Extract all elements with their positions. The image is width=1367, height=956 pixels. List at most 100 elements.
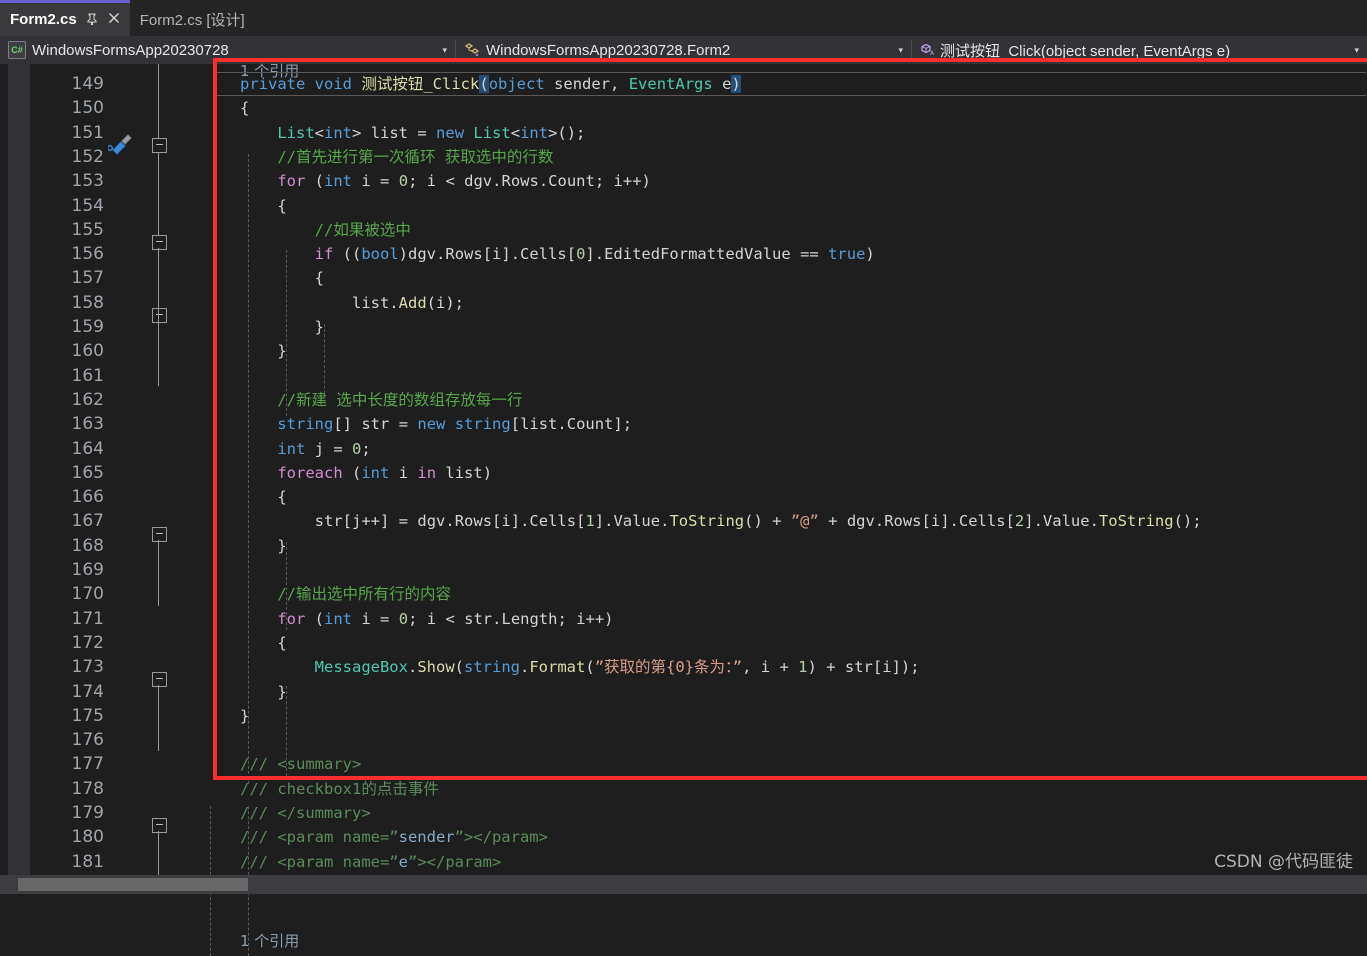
outlining-collapse-156[interactable]: −: [152, 308, 167, 323]
indent-guide: [286, 686, 287, 776]
chevron-down-icon[interactable]: ▾: [898, 45, 903, 56]
code-line[interactable]: 170 //输出选中所有行的内容: [0, 582, 1367, 606]
line-text[interactable]: for (int i = 0; i < str.Length; i++): [240, 607, 613, 631]
code-line[interactable]: 180 /// <param name=”sender”></param>: [0, 825, 1367, 849]
code-line[interactable]: 181 /// <param name=”e”></param>: [0, 850, 1367, 874]
line-text[interactable]: //如果被选中: [240, 218, 411, 242]
class-icon: [464, 42, 482, 58]
horizontal-scrollbar-thumb[interactable]: [18, 878, 248, 891]
line-text[interactable]: }: [240, 315, 324, 339]
line-text[interactable]: if ((bool)dgv.Rows[i].Cells[0].EditedFor…: [240, 242, 875, 266]
line-text[interactable]: MessageBox.Show(string.Format(”获取的第{0}条为…: [240, 655, 920, 679]
code-line[interactable]: 151 List<int> list = new List<int>();: [0, 121, 1367, 145]
pin-icon[interactable]: [86, 13, 98, 27]
line-text[interactable]: /// <param name=”sender”></param>: [240, 825, 548, 849]
line-text[interactable]: {: [240, 485, 286, 509]
line-text[interactable]: for (int i = 0; i < dgv.Rows.Count; i++): [240, 169, 651, 193]
line-text[interactable]: list.Add(i);: [240, 291, 464, 315]
line-text[interactable]: //输出选中所有行的内容: [240, 582, 451, 606]
code-line[interactable]: 161: [0, 364, 1367, 388]
line-text[interactable]: str[j++] = dgv.Rows[i].Cells[1].Value.To…: [240, 509, 1202, 533]
line-number: 180: [71, 827, 104, 848]
line-text[interactable]: List<int> list = new List<int>();: [240, 121, 585, 145]
line-text[interactable]: //新建 选中长度的数组存放每一行: [240, 388, 522, 412]
line-text[interactable]: string[] str = new string[list.Count];: [240, 412, 632, 436]
code-line[interactable]: 150 {: [0, 96, 1367, 120]
outlining-collapse-153[interactable]: −: [152, 235, 167, 250]
line-text[interactable]: foreach (int i in list): [240, 461, 492, 485]
outlining-bar: [158, 64, 159, 138]
codelens-reference-count-bottom[interactable]: 1 个引用: [240, 930, 299, 951]
code-line[interactable]: 173 MessageBox.Show(string.Format(”获取的第{…: [0, 655, 1367, 679]
breadcrumb-type-label: WindowsFormsApp20230728.Form2: [486, 41, 731, 59]
code-editor[interactable]: 1 个引用 149 private void 测试按钮_Click(object …: [0, 62, 1367, 956]
code-line[interactable]: 153 for (int i = 0; i < dgv.Rows.Count; …: [0, 169, 1367, 193]
code-line[interactable]: 179 /// </summary>: [0, 801, 1367, 825]
code-line[interactable]: 152 //首先进行第一次循环 获取选中的行数: [0, 145, 1367, 169]
line-number: 173: [71, 657, 104, 678]
outlining-collapse-171[interactable]: −: [152, 672, 167, 687]
line-text[interactable]: //首先进行第一次循环 获取选中的行数: [240, 145, 553, 169]
code-line[interactable]: 177 /// <summary>: [0, 752, 1367, 776]
line-text[interactable]: private void 测试按钮_Click(object sender, E…: [240, 72, 741, 96]
code-line[interactable]: 164 int j = 0;: [0, 437, 1367, 461]
chevron-down-icon[interactable]: ▾: [442, 45, 447, 56]
code-line[interactable]: 171 for (int i = 0; i < str.Length; i++): [0, 607, 1367, 631]
outlining-collapse-177[interactable]: −: [152, 818, 167, 833]
breadcrumb-member-dropdown[interactable]: A 测试按钮_Click(object sender, EventArgs e)…: [912, 36, 1367, 64]
horizontal-scrollbar[interactable]: [0, 875, 1367, 894]
code-line[interactable]: 178 /// checkbox1的点击事件: [0, 777, 1367, 801]
tab-form2-cs-designer[interactable]: Form2.cs [设计]: [129, 0, 255, 36]
code-line[interactable]: 174 }: [0, 680, 1367, 704]
tab-form2-cs[interactable]: Form2.cs: [0, 0, 130, 36]
line-text[interactable]: /// <summary>: [240, 752, 361, 776]
line-text[interactable]: }: [240, 680, 286, 704]
code-line[interactable]: 168 }: [0, 534, 1367, 558]
code-content[interactable]: 149 private void 测试按钮_Click(object sender…: [0, 64, 1367, 875]
chevron-down-icon[interactable]: ▾: [1354, 45, 1359, 56]
line-number: 157: [71, 268, 104, 289]
line-text[interactable]: /// checkbox1的点击事件: [240, 777, 439, 801]
code-line[interactable]: 162 //新建 选中长度的数组存放每一行: [0, 388, 1367, 412]
close-icon[interactable]: [108, 12, 120, 27]
code-line[interactable]: 163 string[] str = new string[list.Count…: [0, 412, 1367, 436]
code-line[interactable]: 159 }: [0, 315, 1367, 339]
code-line[interactable]: 175}: [0, 704, 1367, 728]
line-text[interactable]: /// <param name=”e”></param>: [240, 850, 501, 874]
line-text[interactable]: {: [240, 266, 324, 290]
outlining-bar: [158, 248, 159, 323]
code-line[interactable]: 169: [0, 558, 1367, 582]
code-line[interactable]: 157 {: [0, 266, 1367, 290]
code-line[interactable]: 172 {: [0, 631, 1367, 655]
breadcrumb-project-dropdown[interactable]: C# WindowsFormsApp20230728 ▾: [0, 36, 455, 64]
code-line[interactable]: 154 {: [0, 194, 1367, 218]
code-line[interactable]: 176: [0, 728, 1367, 752]
line-number: 153: [71, 171, 104, 192]
line-text[interactable]: /// </summary>: [240, 801, 371, 825]
breadcrumb-project-label: WindowsFormsApp20230728: [32, 41, 229, 59]
line-text[interactable]: {: [240, 631, 286, 655]
code-line[interactable]: 156 if ((bool)dgv.Rows[i].Cells[0].Edite…: [0, 242, 1367, 266]
line-number: 161: [71, 365, 104, 386]
outlining-collapse-149[interactable]: −: [152, 138, 167, 153]
indent-guide: [286, 542, 287, 630]
breadcrumb-type-dropdown[interactable]: WindowsFormsApp20230728.Form2 ▾: [456, 36, 911, 64]
code-line[interactable]: 165 foreach (int i in list): [0, 461, 1367, 485]
outlining-collapse-165[interactable]: −: [152, 527, 167, 542]
line-text[interactable]: }: [240, 534, 286, 558]
breadcrumb-member-label: 测试按钮_Click(object sender, EventArgs e): [940, 42, 1231, 60]
line-text[interactable]: }: [240, 339, 286, 363]
code-line[interactable]: 149 private void 测试按钮_Click(object sender…: [0, 72, 1367, 96]
editor-tab-strip: Form2.cs Form2.cs [设计]: [0, 0, 1367, 36]
line-number: 172: [71, 632, 104, 653]
code-line[interactable]: 158 list.Add(i);: [0, 291, 1367, 315]
code-line[interactable]: 166 {: [0, 485, 1367, 509]
line-text[interactable]: {: [240, 96, 249, 120]
line-text[interactable]: int j = 0;: [240, 437, 370, 461]
code-line[interactable]: 155 //如果被选中: [0, 218, 1367, 242]
code-line[interactable]: 167 str[j++] = dgv.Rows[i].Cells[1].Valu…: [0, 509, 1367, 533]
line-text[interactable]: {: [240, 194, 286, 218]
code-line[interactable]: 160 }: [0, 339, 1367, 363]
line-number: 179: [71, 803, 104, 823]
csharp-file-icon: C#: [8, 41, 26, 59]
